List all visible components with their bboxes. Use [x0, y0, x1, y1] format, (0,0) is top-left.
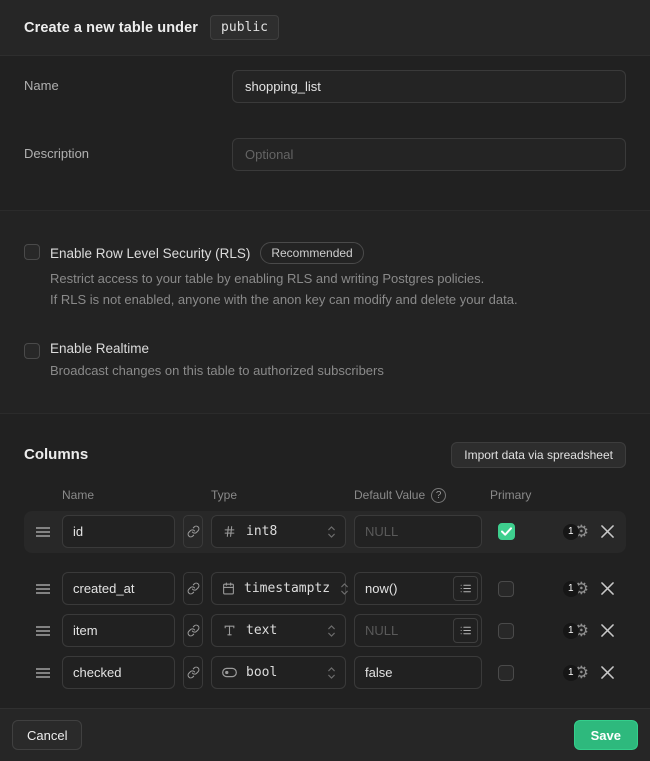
- dialog-title: Create a new table under: [24, 20, 198, 36]
- realtime-checkbox[interactable]: [24, 343, 40, 359]
- rls-checkbox[interactable]: [24, 244, 40, 260]
- settings-count-badge: 1: [563, 623, 579, 639]
- default-value-picker-button[interactable]: [453, 618, 478, 643]
- column-settings-button[interactable]: 1 ⚙: [563, 622, 589, 639]
- dialog-footer: Cancel Save: [0, 708, 650, 761]
- columns-heading: Columns: [24, 446, 88, 463]
- rls-option: Enable Row Level Security (RLS) Recommen…: [24, 242, 626, 311]
- primary-checkbox[interactable]: [498, 623, 514, 639]
- description-row: Description: [24, 138, 626, 171]
- column-row-checked: bool 1 ⚙: [24, 652, 626, 694]
- column-name-input[interactable]: [62, 572, 175, 605]
- text-icon: [222, 624, 237, 637]
- chevron-up-down-icon: [339, 582, 350, 596]
- recommended-badge: Recommended: [260, 242, 363, 264]
- column-row-created-at: timestamptz 1 ⚙: [24, 568, 626, 610]
- chevron-up-down-icon: [326, 624, 337, 638]
- column-row-id: int8 1 ⚙: [24, 511, 626, 553]
- help-icon[interactable]: ?: [431, 488, 446, 503]
- realtime-option: Enable Realtime Broadcast changes on thi…: [24, 341, 626, 382]
- cancel-button[interactable]: Cancel: [12, 720, 82, 750]
- drag-handle-icon[interactable]: [36, 583, 54, 595]
- remove-column-button[interactable]: [601, 624, 614, 637]
- column-type-select[interactable]: bool: [211, 656, 346, 689]
- primary-checkbox[interactable]: [498, 665, 514, 681]
- column-row-item: text 1 ⚙: [24, 610, 626, 652]
- remove-column-button[interactable]: [601, 525, 614, 538]
- columns-section: Columns Import data via spreadsheet Name…: [0, 414, 650, 708]
- table-options-section: Enable Row Level Security (RLS) Recommen…: [0, 211, 650, 414]
- table-description-input[interactable]: [232, 138, 626, 171]
- description-label: Description: [24, 138, 232, 171]
- drag-handle-icon[interactable]: [36, 625, 54, 637]
- default-value-picker-button[interactable]: [453, 576, 478, 601]
- columns-header-row: Name Type Default Value ? Primary: [24, 488, 626, 503]
- column-type-select[interactable]: text: [211, 614, 346, 647]
- column-settings-button[interactable]: 1 ⚙: [563, 664, 589, 681]
- rls-label: Enable Row Level Security (RLS): [50, 246, 250, 261]
- column-settings-button[interactable]: 1 ⚙: [563, 580, 589, 597]
- default-value-input: [354, 515, 482, 548]
- rls-description: Restrict access to your table by enablin…: [50, 269, 626, 311]
- hash-icon: [222, 525, 237, 538]
- foreign-key-link-icon[interactable]: [183, 656, 203, 689]
- table-name-input[interactable]: [232, 70, 626, 103]
- schema-badge: public: [210, 15, 279, 40]
- header-primary: Primary: [490, 488, 550, 502]
- dialog-header: Create a new table under public: [0, 0, 650, 56]
- calendar-icon: [222, 582, 235, 595]
- settings-count-badge: 1: [563, 524, 579, 540]
- remove-column-button[interactable]: [601, 582, 614, 595]
- toggle-icon: [222, 667, 237, 678]
- column-type-select[interactable]: timestamptz: [211, 572, 346, 605]
- settings-count-badge: 1: [563, 581, 579, 597]
- create-table-dialog: Create a new table under public Name Des…: [0, 0, 650, 761]
- import-spreadsheet-button[interactable]: Import data via spreadsheet: [451, 442, 626, 468]
- save-button[interactable]: Save: [574, 720, 638, 750]
- column-name-input[interactable]: [62, 515, 175, 548]
- foreign-key-link-icon[interactable]: [183, 572, 203, 605]
- drag-handle-icon[interactable]: [36, 667, 54, 679]
- chevron-up-down-icon: [326, 525, 337, 539]
- primary-checkbox-checked[interactable]: [498, 523, 515, 540]
- realtime-description: Broadcast changes on this table to autho…: [50, 361, 626, 382]
- header-type: Type: [211, 488, 346, 502]
- default-value-input[interactable]: [354, 656, 482, 689]
- primary-checkbox[interactable]: [498, 581, 514, 597]
- foreign-key-link-icon[interactable]: [183, 515, 203, 548]
- table-info-section: Name Description: [0, 56, 650, 211]
- column-type-select[interactable]: int8: [211, 515, 346, 548]
- column-name-input[interactable]: [62, 656, 175, 689]
- realtime-label: Enable Realtime: [50, 341, 149, 356]
- name-row: Name: [24, 70, 626, 103]
- column-name-input[interactable]: [62, 614, 175, 647]
- name-label: Name: [24, 70, 232, 103]
- column-settings-button[interactable]: 1 ⚙: [563, 523, 589, 540]
- drag-handle-icon[interactable]: [36, 526, 54, 538]
- foreign-key-link-icon[interactable]: [183, 614, 203, 647]
- settings-count-badge: 1: [563, 665, 579, 681]
- header-default: Default Value: [354, 488, 425, 502]
- header-name: Name: [62, 488, 175, 502]
- remove-column-button[interactable]: [601, 666, 614, 679]
- chevron-up-down-icon: [326, 666, 337, 680]
